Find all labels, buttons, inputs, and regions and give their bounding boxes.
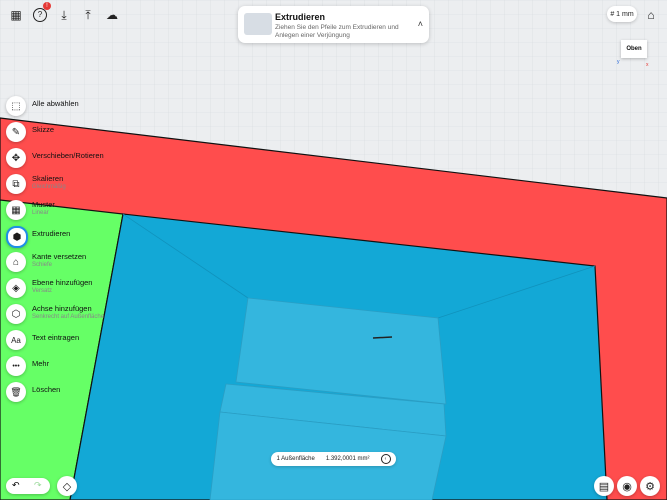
menu-label: Mehr bbox=[32, 359, 50, 368]
menu-label: Text eintragen bbox=[32, 333, 80, 342]
info-icon[interactable]: ‹ bbox=[380, 454, 391, 464]
move-icon: ✥ bbox=[6, 148, 26, 168]
redo-icon[interactable]: ↷ bbox=[34, 480, 42, 491]
menu-label: Verschieben/Rotieren bbox=[32, 151, 104, 160]
menu-label: Muster bbox=[32, 200, 55, 209]
offset-edge-icon: ⌂ bbox=[6, 252, 26, 272]
menu-label: Ebene hinzufügen bbox=[32, 278, 93, 287]
menu-label: Skizze bbox=[32, 125, 55, 134]
menu-item-delete[interactable]: 🗑 Löschen bbox=[6, 380, 206, 404]
menu-sublabel: Versatz bbox=[32, 288, 53, 294]
menu-label: Kante versetzen bbox=[32, 252, 87, 261]
pattern-icon: ▦ bbox=[6, 200, 26, 220]
text-icon: Aa bbox=[6, 330, 26, 350]
selection-status: 1 Außenfläche 1.392,0001 mm² ‹ bbox=[271, 452, 396, 466]
axis-y-label: y bbox=[617, 59, 620, 65]
menu-item-scale[interactable]: ⧉ Skalieren Gleichmäßig bbox=[6, 172, 206, 196]
menu-sublabel: Gleichmäßig bbox=[32, 184, 66, 190]
menu-label: Extrudieren bbox=[32, 229, 71, 238]
pencil-icon: ✎ bbox=[6, 122, 26, 142]
deselect-icon: ⬚ bbox=[6, 96, 26, 116]
more-icon: ••• bbox=[6, 356, 26, 376]
small-edge-mark bbox=[372, 336, 393, 339]
menu-sublabel: Schiefe bbox=[32, 262, 53, 268]
extrude-icon: ⬢ bbox=[6, 226, 28, 248]
menu-label: Alle abwählen bbox=[32, 99, 79, 108]
settings-gear-icon[interactable]: ⚙ bbox=[640, 476, 660, 496]
menu-item-extrude[interactable]: ⬢ Extrudieren bbox=[6, 224, 206, 248]
menu-item-text[interactable]: Aa Text eintragen bbox=[6, 328, 206, 352]
layers-icon[interactable]: ◇ bbox=[57, 476, 77, 496]
cloud-off-icon[interactable]: ☁ bbox=[102, 5, 122, 25]
undo-redo-control[interactable]: ↶ ↷ bbox=[6, 478, 50, 494]
menu-label: Achse hinzufügen bbox=[32, 304, 92, 313]
download-icon[interactable]: ⤓ bbox=[54, 5, 74, 25]
tool-hint-banner[interactable]: Extrudieren Ziehen Sie den Pfeile zum Ex… bbox=[238, 6, 429, 43]
face-count: 1 Außenfläche bbox=[276, 456, 315, 462]
trash-icon: 🗑 bbox=[6, 382, 26, 402]
view-cube[interactable]: Oben bbox=[621, 40, 647, 58]
axis-icon: ⬡ bbox=[6, 304, 26, 324]
calculator-icon[interactable]: ▤ bbox=[594, 476, 614, 496]
menu-item-add-axis[interactable]: ⬡ Achse hinzufügen Senkrecht auf Außenfl… bbox=[6, 302, 206, 326]
extrude-preview-icon bbox=[244, 13, 272, 35]
axis-x-label: x bbox=[646, 62, 649, 68]
banner-title: Extrudieren bbox=[275, 12, 326, 22]
menu-item-sketch[interactable]: ✎ Skizze bbox=[6, 120, 206, 144]
undo-icon[interactable]: ↶ bbox=[12, 480, 20, 491]
menu-item-more[interactable]: ••• Mehr bbox=[6, 354, 206, 378]
banner-description: Ziehen Sie den Pfeile zum Extrudieren un… bbox=[275, 24, 399, 39]
menu-item-add-plane[interactable]: ◈ Ebene hinzufügen Versatz bbox=[6, 276, 206, 300]
upload-icon[interactable]: ⤒ bbox=[78, 5, 98, 25]
material-icon[interactable]: ◉ bbox=[617, 476, 637, 496]
area-value: 1.392,0001 mm² bbox=[325, 456, 370, 462]
menu-label: Skalieren bbox=[32, 174, 64, 183]
grid-scale-indicator[interactable]: # 1 mm bbox=[607, 6, 637, 22]
grid-icon[interactable]: ▦ bbox=[6, 5, 26, 25]
menu-item-pattern[interactable]: ▦ Muster Linear bbox=[6, 198, 206, 222]
camera-view-icon[interactable]: ⌂ bbox=[641, 5, 661, 25]
plane-icon: ◈ bbox=[6, 278, 26, 298]
menu-sublabel: Linear bbox=[32, 210, 49, 216]
menu-item-move-rotate[interactable]: ✥ Verschieben/Rotieren bbox=[6, 146, 206, 170]
menu-sublabel: Senkrecht auf Außenfläche bbox=[32, 314, 105, 320]
chevron-up-icon[interactable]: ˄ bbox=[418, 19, 423, 29]
scale-icon: ⧉ bbox=[6, 174, 26, 194]
notification-badge: ! bbox=[43, 2, 51, 10]
menu-item-deselect-all[interactable]: ⬚ Alle abwählen bbox=[6, 94, 206, 118]
menu-label: Löschen bbox=[32, 385, 61, 394]
menu-item-offset-edge[interactable]: ⌂ Kante versetzen Schiefe bbox=[6, 250, 206, 274]
